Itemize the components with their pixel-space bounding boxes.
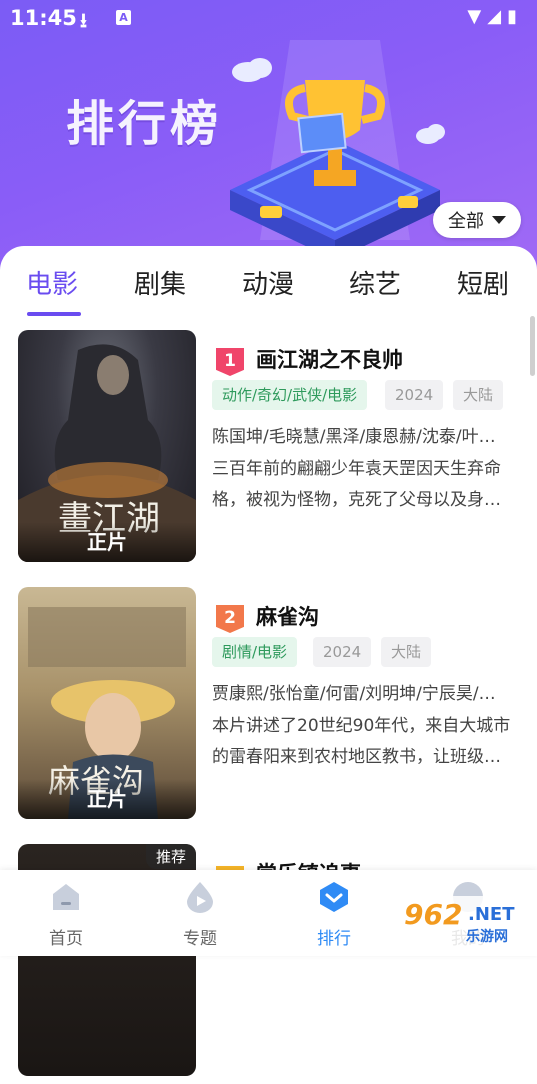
play-drop-icon (187, 882, 213, 913)
nav-label: 首页 (49, 929, 83, 949)
list-item[interactable]: 畫江湖 正片 1 画江湖之不良帅 动作/奇幻/武侠/电影 2024 大陆 陈国坤… (0, 330, 537, 570)
ranking-banner: 11:45 ⭳ A ▼◢▮ 排行榜 全部 (0, 0, 537, 270)
poster-badge: 正片 (18, 779, 196, 819)
nav-ranking[interactable]: 排行 (294, 880, 374, 949)
tab-movie[interactable]: 电影 (26, 264, 78, 301)
nav-home[interactable]: 首页 (26, 880, 106, 949)
site-watermark-logo: 962 .NET 乐游网 (398, 896, 532, 950)
a-notification-icon: A (116, 10, 131, 25)
genre-tag: 动作/奇幻/武侠/电影 (212, 380, 368, 410)
item-title[interactable]: 麻雀沟 (256, 601, 319, 631)
rank-badge: 2 (216, 605, 244, 633)
poster-image[interactable]: 畫江湖 正片 (18, 330, 196, 562)
page-title: 排行榜 (66, 96, 223, 152)
system-status-icons: ▼◢▮ (467, 6, 523, 27)
filter-label: 全部 (448, 211, 484, 232)
year-tag: 2024 (385, 380, 444, 410)
watermark-sub: 乐游网 (466, 929, 508, 945)
poster-image[interactable]: 麻雀沟 正片 (18, 587, 196, 819)
description-text: 本片讲述了20世纪90年代，来自大城市的雷春阳来到农村地区教书，让班级… (212, 716, 511, 767)
active-tab-indicator (27, 312, 81, 316)
cast-text: 贾康熙/张怡童/何雷/刘明坤/宁辰昊/… (212, 684, 496, 704)
poster-badge: 正片 (18, 522, 196, 562)
watermark-net: .NET (468, 904, 515, 925)
filter-dropdown-button[interactable]: 全部 (433, 202, 521, 238)
ranking-icon (320, 882, 348, 912)
tab-short-drama[interactable]: 短剧 (457, 264, 509, 301)
item-title[interactable]: 画江湖之不良帅 (256, 344, 403, 374)
genre-tag: 剧情/电影 (212, 637, 298, 667)
watermark-number: 962 (404, 898, 463, 931)
category-tabs: 电影 剧集 动漫 综艺 短剧 (0, 246, 537, 318)
nav-label: 排行 (317, 929, 351, 949)
nav-topics[interactable]: 专题 (160, 880, 240, 949)
cast-text: 陈国坤/毛晓慧/黑泽/康恩赫/沈泰/叶… (212, 427, 496, 447)
nav-label: 专题 (183, 929, 217, 949)
year-tag: 2024 (313, 637, 372, 667)
description-text: 三百年前的翩翩少年袁天罡因天生弃命格，被视为怪物，克死了父母以及身… (212, 459, 501, 510)
ranking-list-sheet: 电影 剧集 动漫 综艺 短剧 畫江湖 正片 1 画江湖之不良帅 动作/奇幻/武侠… (0, 246, 537, 1076)
tab-anime[interactable]: 动漫 (242, 264, 294, 301)
list-item[interactable]: 麻雀沟 正片 2 麻雀沟 剧情/电影 2024 大陆 贾康熙/张怡童/何雷/刘明… (0, 587, 537, 827)
status-time: 11:45 (10, 6, 77, 30)
tab-variety[interactable]: 综艺 (349, 264, 401, 301)
tab-series[interactable]: 剧集 (134, 264, 186, 301)
download-icon: ⭳ (80, 8, 87, 32)
region-tag: 大陆 (381, 637, 432, 667)
home-icon (53, 884, 79, 910)
caret-down-icon (492, 216, 506, 224)
recommend-badge: 推荐 (145, 844, 196, 869)
trophy-illustration-icon (230, 40, 445, 260)
rank-badge: 1 (216, 348, 244, 376)
region-tag: 大陆 (453, 380, 504, 410)
status-bar: 11:45 ⭳ A ▼◢▮ (0, 0, 537, 36)
